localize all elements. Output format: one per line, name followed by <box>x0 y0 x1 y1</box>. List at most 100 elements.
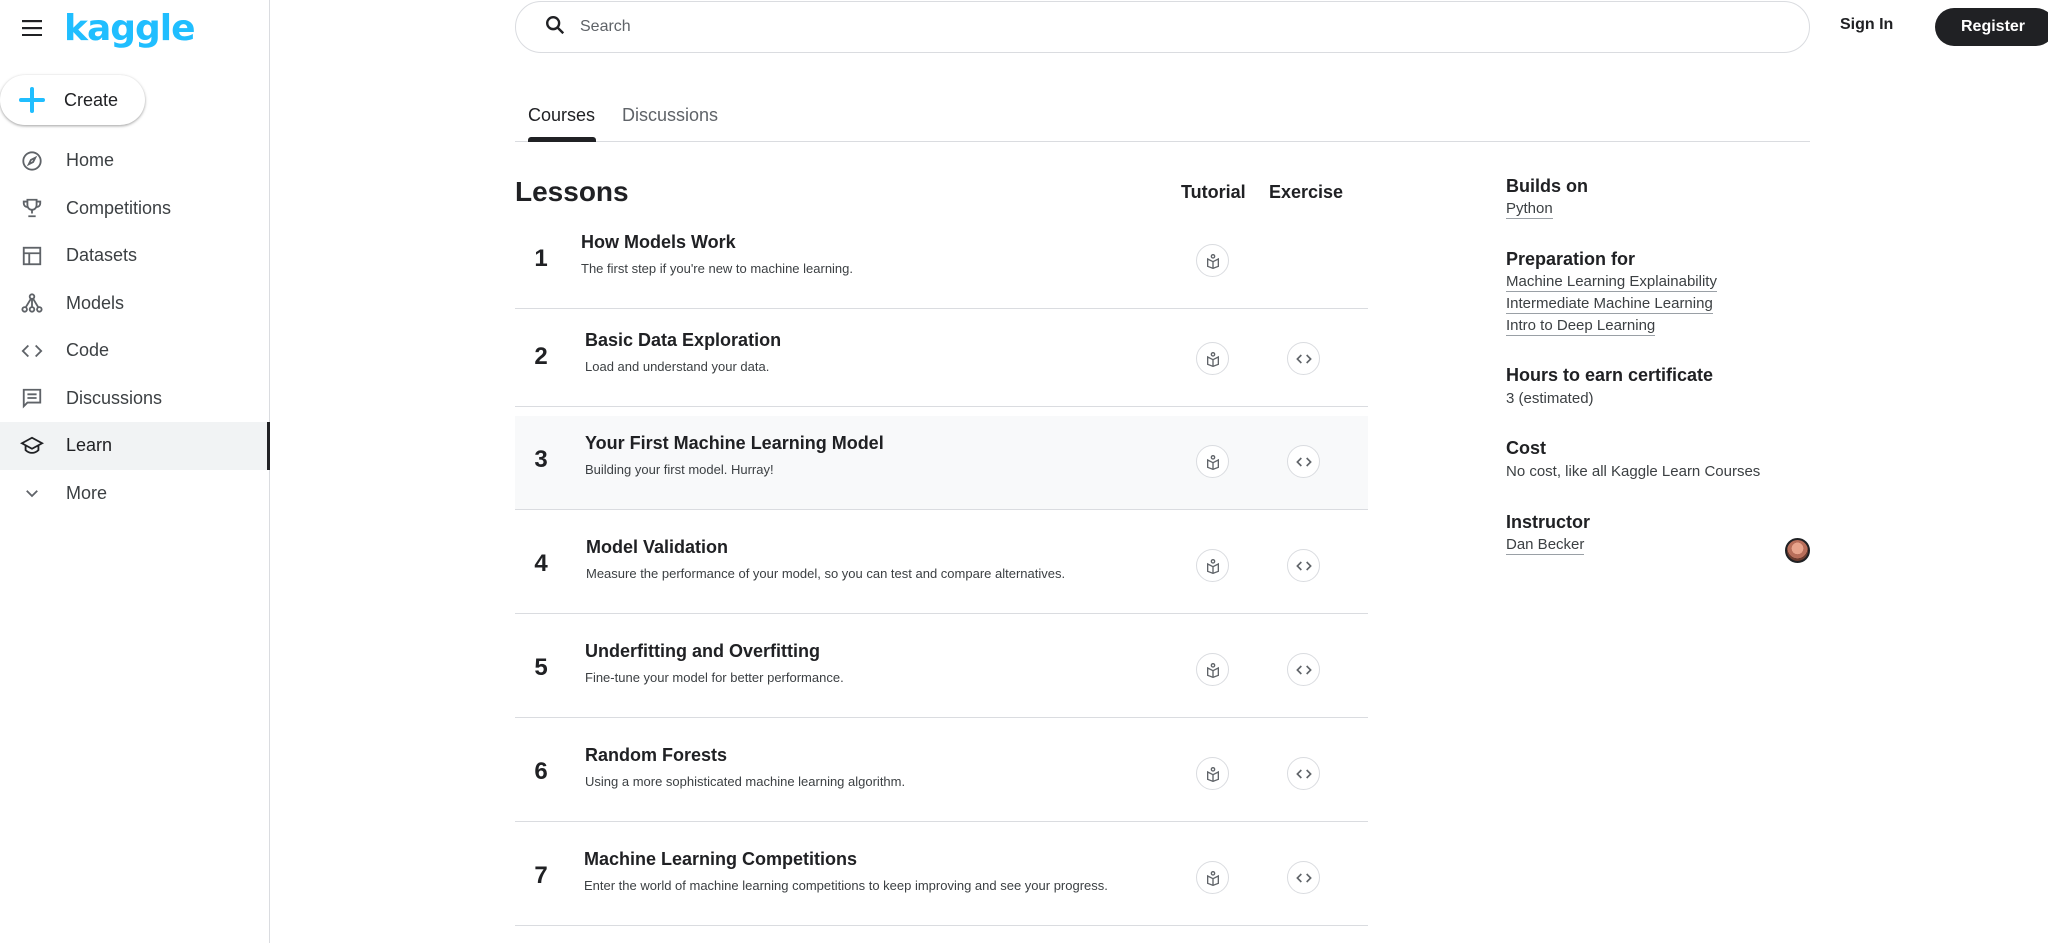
code-icon <box>1295 353 1312 364</box>
lesson-title[interactable]: Machine Learning Competitions <box>584 849 857 870</box>
lesson-title[interactable]: Your First Machine Learning Model <box>585 433 884 454</box>
sidebar-item-discussions[interactable]: Discussions <box>0 375 270 423</box>
tutorial-column-header: Tutorial <box>1181 182 1246 202</box>
cost-value: No cost, like all Kaggle Learn Courses <box>1506 463 1761 480</box>
sidebar-item-home[interactable]: Home <box>0 137 270 185</box>
lesson-title[interactable]: Model Validation <box>586 537 728 558</box>
lesson-description: Enter the world of machine learning comp… <box>584 878 1108 893</box>
course-tabs: Courses Discussions <box>515 100 1810 142</box>
notebook-book-icon <box>1206 662 1219 678</box>
preparation-heading: Preparation for <box>1506 249 1636 269</box>
lessons-title: Lessons <box>515 176 629 207</box>
exercise-button[interactable] <box>1287 445 1320 478</box>
notebook-book-icon <box>1206 351 1219 367</box>
tutorial-button[interactable] <box>1196 653 1229 686</box>
lesson-number: 3 <box>534 446 548 473</box>
sidebar-item-models[interactable]: Models <box>0 280 270 328</box>
lesson-number: 1 <box>534 245 548 272</box>
school-icon <box>20 434 44 458</box>
lesson-description: Measure the performance of your model, s… <box>586 566 1066 581</box>
hours-section: Hours to earn certificate 3 (estimated) <box>1506 365 1810 407</box>
notebook-book-icon <box>1206 454 1219 470</box>
search-bar[interactable]: Search <box>515 1 1810 53</box>
cost-section: Cost No cost, like all Kaggle Learn Cour… <box>1506 438 1810 480</box>
plus-icon <box>18 86 46 114</box>
cost-heading: Cost <box>1506 438 1546 458</box>
lesson-row[interactable]: 1 How Models Work The first step if you'… <box>515 215 1368 309</box>
code-icon <box>1295 560 1312 571</box>
lesson-row[interactable]: 3 Your First Machine Learning Model Buil… <box>515 416 1368 510</box>
sidebar-nav: Home Competitions Datasets Models Code D… <box>0 137 270 517</box>
sidebar-item-label: Code <box>66 340 110 361</box>
builds-on-heading: Builds on <box>1506 176 1588 196</box>
trophy-icon <box>20 196 44 220</box>
lesson-title[interactable]: Basic Data Exploration <box>585 330 781 351</box>
active-tab-indicator <box>528 137 596 142</box>
builds-on-link[interactable]: Python <box>1506 200 1553 219</box>
preparation-section: Preparation for Machine Learning Explain… <box>1506 249 1810 336</box>
sign-in-button[interactable]: Sign In <box>1840 16 1893 34</box>
exercise-button[interactable] <box>1287 861 1320 894</box>
lesson-number: 2 <box>534 343 548 370</box>
instructor-section: Instructor Dan Becker <box>1506 512 1810 555</box>
search-icon <box>544 14 566 41</box>
sidebar-item-label: Datasets <box>66 245 138 266</box>
avatar[interactable] <box>1785 538 1810 563</box>
lessons-header: Lessons Tutorial Exercise <box>515 176 1368 210</box>
register-button[interactable]: Register <box>1935 8 2048 46</box>
tutorial-button[interactable] <box>1196 244 1229 277</box>
lesson-description: Load and understand your data. <box>585 359 770 374</box>
kaggle-logo[interactable]: kaggle <box>64 8 196 49</box>
exercise-button[interactable] <box>1287 757 1320 790</box>
lesson-description: Using a more sophisticated machine learn… <box>585 774 906 789</box>
tutorial-button[interactable] <box>1196 861 1229 894</box>
sidebar-item-code[interactable]: Code <box>0 327 270 375</box>
exercise-button[interactable] <box>1287 653 1320 686</box>
instructor-link[interactable]: Dan Becker <box>1506 536 1585 555</box>
lesson-description: Building your first model. Hurray! <box>585 462 774 477</box>
notebook-book-icon <box>1206 766 1219 782</box>
code-icon <box>1295 872 1312 883</box>
lesson-row[interactable]: 6 Random Forests Using a more sophistica… <box>515 728 1368 822</box>
lesson-title[interactable]: Underfitting and Overfitting <box>585 641 820 662</box>
lesson-title[interactable]: How Models Work <box>581 232 736 253</box>
notebook-book-icon <box>1206 558 1219 574</box>
sidebar-item-learn[interactable]: Learn <box>0 422 270 470</box>
tutorial-button[interactable] <box>1196 342 1229 375</box>
hamburger-menu-icon[interactable] <box>20 16 44 40</box>
tutorial-button[interactable] <box>1196 757 1229 790</box>
tab-discussions[interactable]: Discussions <box>622 105 718 126</box>
builds-on-section: Builds on Python <box>1506 176 1810 219</box>
sidebar-item-label: Models <box>66 292 125 313</box>
exercise-button[interactable] <box>1287 549 1320 582</box>
hours-heading: Hours to earn certificate <box>1506 365 1714 385</box>
preparation-link[interactable]: Machine Learning Explainability <box>1506 273 1717 292</box>
search-input[interactable]: Search <box>580 18 631 36</box>
lesson-description: Fine-tune your model for better performa… <box>585 670 844 685</box>
instructor-heading: Instructor <box>1506 512 1591 532</box>
lesson-row[interactable]: 2 Basic Data Exploration Load and unders… <box>515 313 1368 407</box>
lesson-title[interactable]: Random Forests <box>585 745 727 766</box>
exercise-button[interactable] <box>1287 342 1320 375</box>
sidebar-item-more[interactable]: More <box>0 470 270 518</box>
sidebar-item-label: Learn <box>66 435 113 456</box>
sidebar-item-label: Competitions <box>66 197 172 218</box>
lesson-row[interactable]: 7 Machine Learning Competitions Enter th… <box>515 832 1368 926</box>
chevron-down-icon <box>20 481 44 505</box>
tutorial-button[interactable] <box>1196 445 1229 478</box>
code-icon <box>1295 768 1312 779</box>
lesson-row[interactable]: 4 Model Validation Measure the performan… <box>515 520 1368 614</box>
notebook-book-icon <box>1206 870 1219 886</box>
sidebar-item-competitions[interactable]: Competitions <box>0 185 270 233</box>
table-icon <box>20 244 44 268</box>
compass-icon <box>20 149 44 173</box>
sidebar-item-datasets[interactable]: Datasets <box>0 232 270 280</box>
preparation-link[interactable]: Intro to Deep Learning <box>1506 317 1656 336</box>
lesson-row[interactable]: 5 Underfitting and Overfitting Fine-tune… <box>515 624 1368 718</box>
sidebar-item-label: More <box>66 482 108 503</box>
tab-courses[interactable]: Courses <box>528 105 595 126</box>
preparation-link[interactable]: Intermediate Machine Learning <box>1506 295 1713 314</box>
lesson-description: The first step if you're new to machine … <box>581 261 854 276</box>
tutorial-button[interactable] <box>1196 549 1229 582</box>
create-button[interactable]: Create <box>0 75 145 125</box>
